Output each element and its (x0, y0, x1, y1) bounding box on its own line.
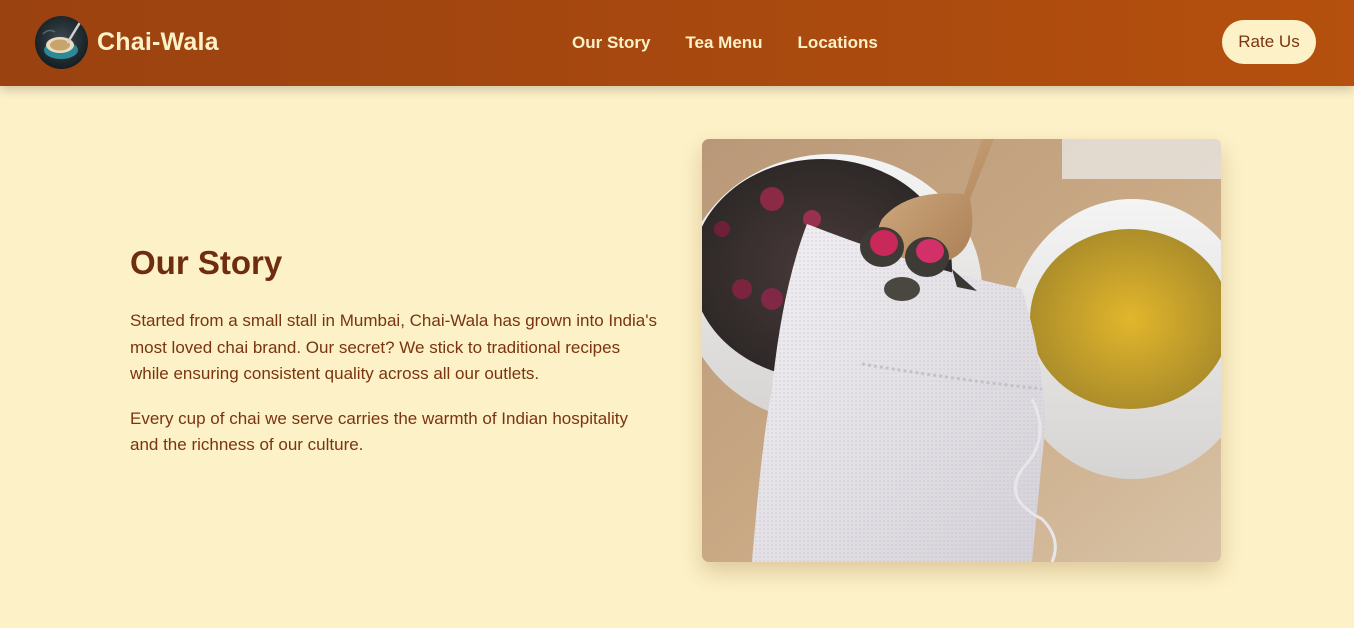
brand-link[interactable]: Chai-Wala (35, 16, 219, 69)
nav-locations[interactable]: Locations (798, 33, 878, 53)
chai-cup-logo-icon (35, 16, 88, 69)
story-text-block: Our Story Started from a small stall in … (130, 244, 660, 477)
rate-us-button[interactable]: Rate Us (1222, 20, 1316, 64)
story-title: Our Story (130, 244, 283, 281)
story-paragraph-2: Every cup of chai we serve carries the w… (130, 408, 628, 455)
story-paragraph-1: Started from a small stall in Mumbai, Ch… (130, 311, 657, 383)
nav-our-story[interactable]: Our Story (572, 33, 650, 53)
tea-bag-with-rose-buds-photo (702, 139, 1221, 562)
brand-name: Chai-Wala (97, 28, 219, 56)
nav-tea-menu[interactable]: Tea Menu (685, 33, 762, 53)
main-nav: Our Story Tea Menu Locations (572, 0, 878, 86)
site-header: Chai-Wala Our Story Tea Menu Locations R… (0, 0, 1354, 86)
